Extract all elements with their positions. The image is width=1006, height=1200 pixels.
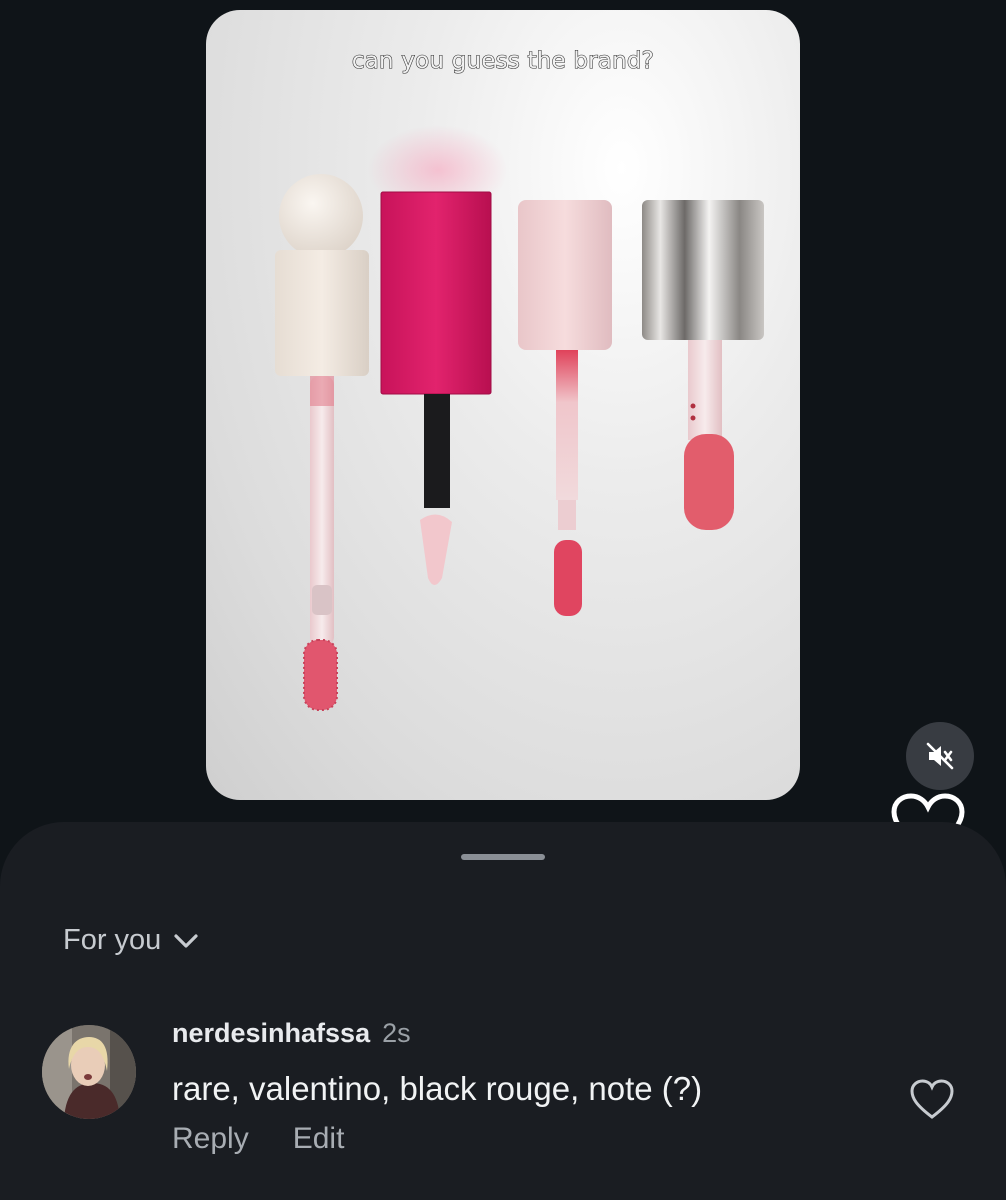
heart-outline-icon xyxy=(910,1079,954,1119)
speaker-muted-icon xyxy=(926,742,954,770)
comment-actions: Reply Edit xyxy=(172,1122,344,1156)
comment-like-button[interactable] xyxy=(908,1077,956,1121)
filter-label: For you xyxy=(63,924,162,956)
edit-button[interactable]: Edit xyxy=(293,1122,345,1156)
comment-timestamp: 2s xyxy=(382,1018,411,1048)
comment-text: rare, valentino, black rouge, note (?) xyxy=(172,1070,703,1107)
avatar-image xyxy=(42,1025,136,1119)
video-frame xyxy=(275,125,764,711)
product-magenta-gloss xyxy=(380,191,492,585)
chevron-down-icon xyxy=(174,933,198,948)
reels-viewer: can you guess the brand? For you nerdesi… xyxy=(0,0,1006,1200)
video-caption: can you guess the brand? xyxy=(351,47,655,74)
comment-header: nerdesinhafssa 2s xyxy=(172,1018,411,1049)
reply-button[interactable]: Reply xyxy=(172,1122,249,1156)
video-player[interactable]: can you guess the brand? xyxy=(206,10,800,800)
avatar[interactable] xyxy=(42,1025,136,1119)
mute-toggle-button[interactable] xyxy=(906,722,974,790)
product-cream-dropper xyxy=(275,174,369,711)
comments-filter-dropdown[interactable]: For you xyxy=(63,924,199,957)
drag-handle[interactable] xyxy=(461,854,545,860)
comment-username[interactable]: nerdesinhafssa xyxy=(172,1018,370,1049)
comments-sheet: For you nerdesinhafssa 2s rare, valentin… xyxy=(0,822,1006,1200)
product-silver-tint xyxy=(642,200,764,530)
product-pink-tint xyxy=(518,200,612,616)
